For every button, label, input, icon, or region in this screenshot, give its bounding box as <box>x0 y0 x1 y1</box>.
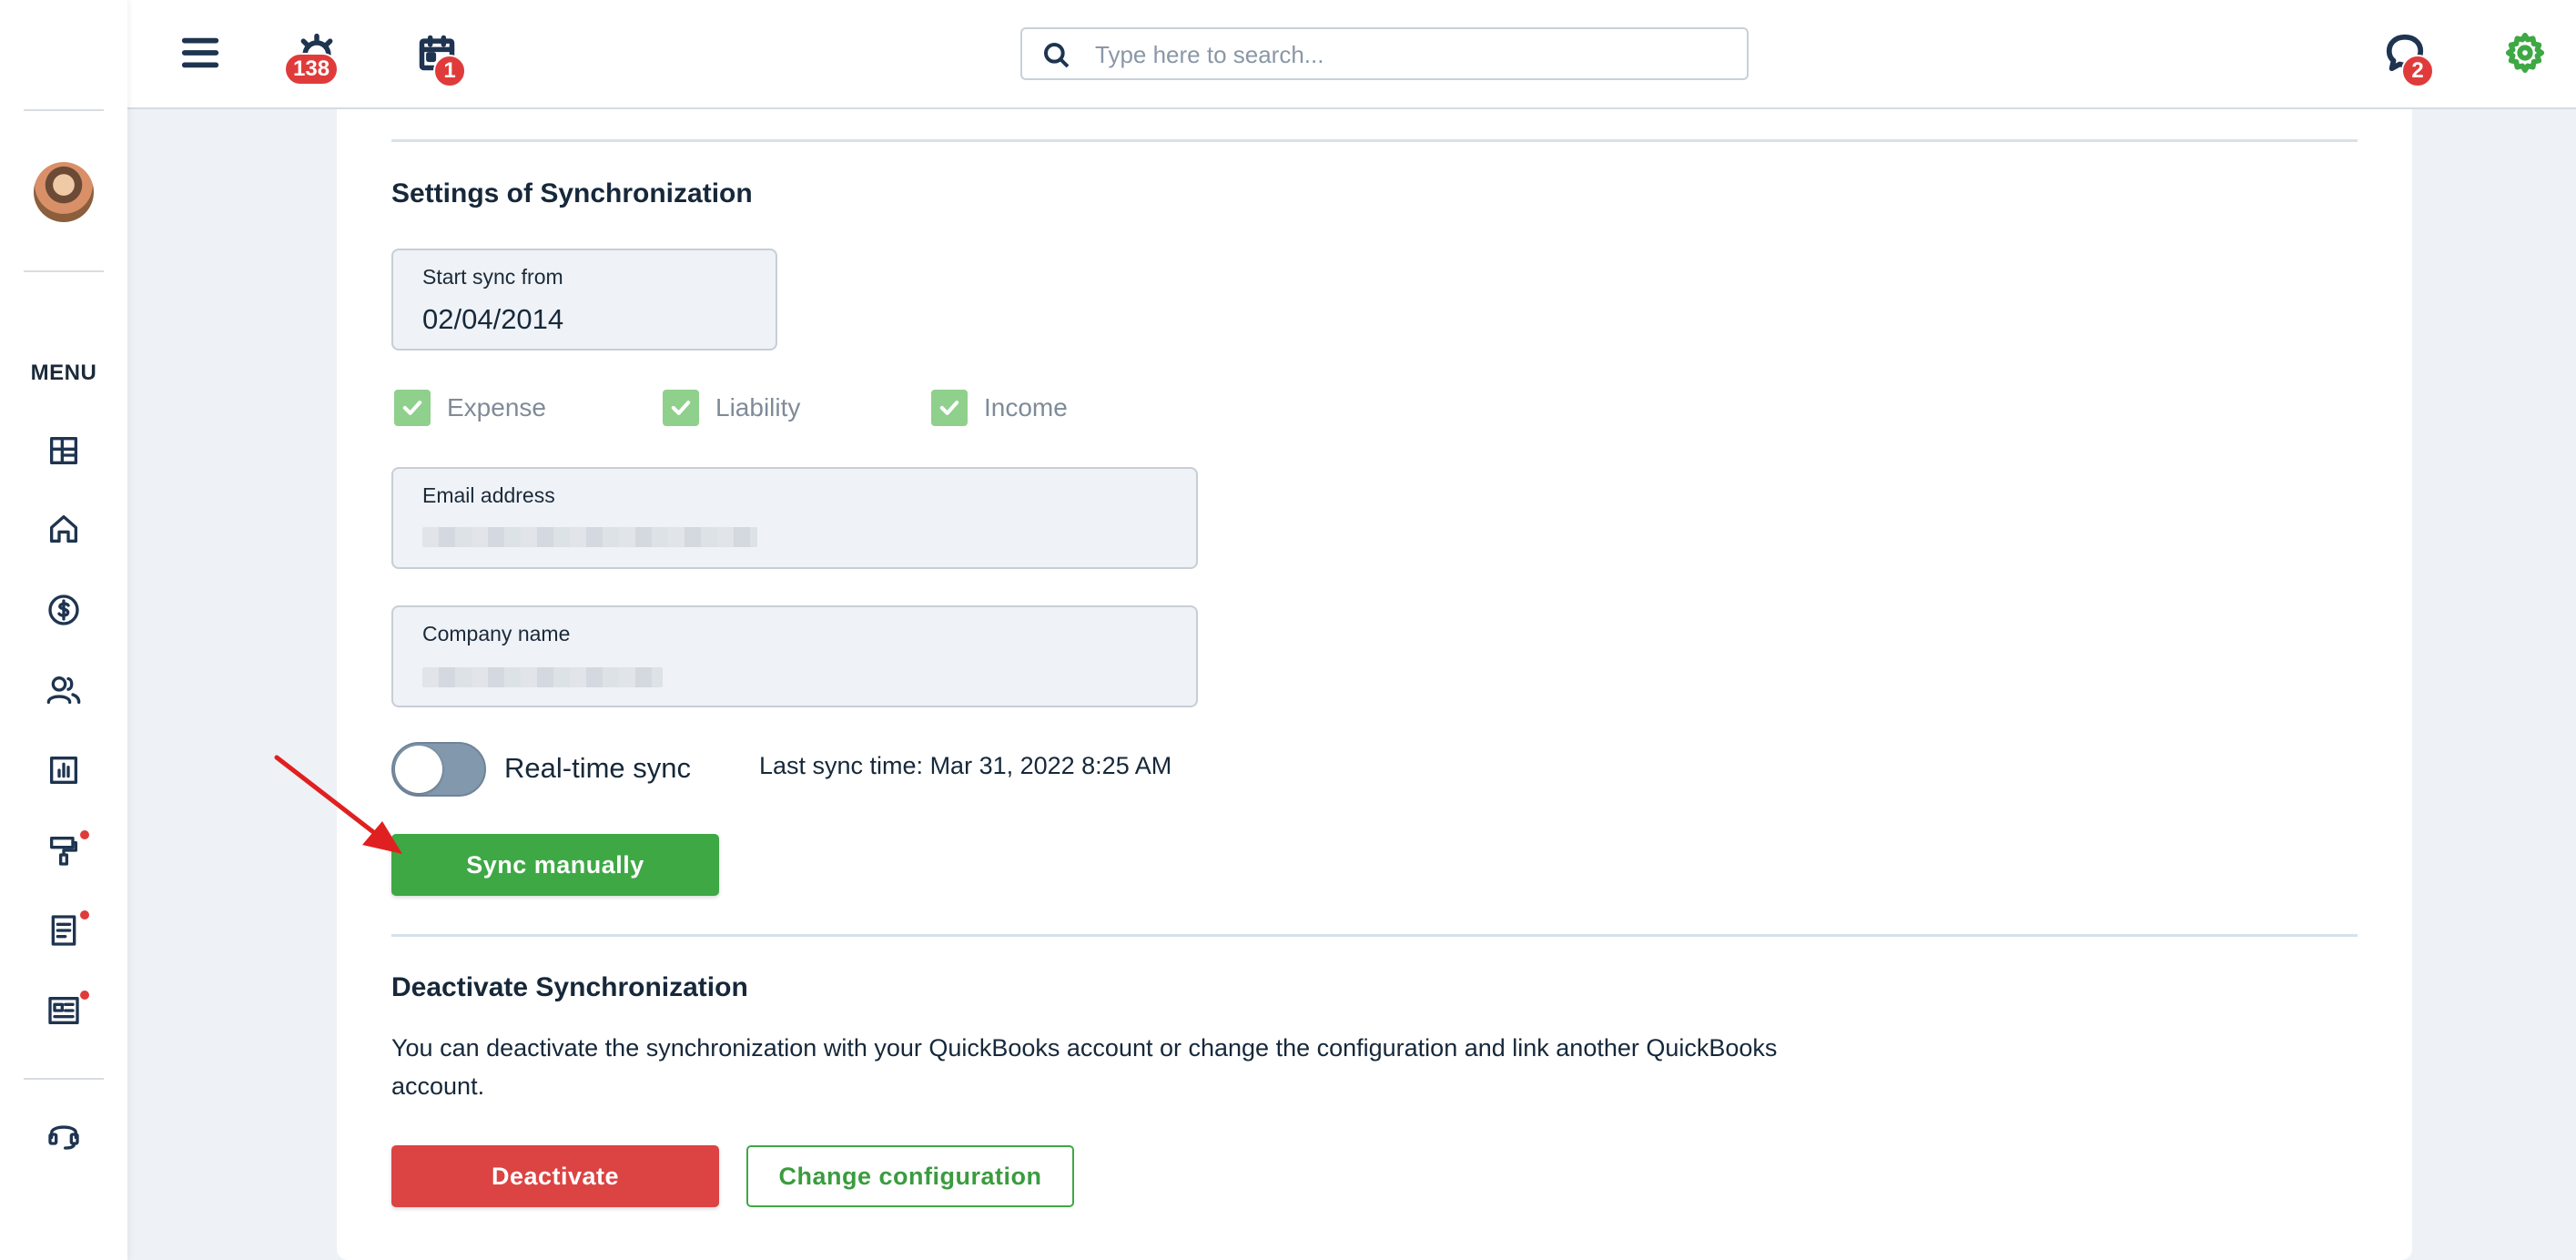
dollar-icon <box>48 594 79 625</box>
checkmark-icon <box>939 401 959 415</box>
start-sync-label: Start sync from <box>422 265 563 289</box>
document-icon <box>51 915 76 946</box>
chart-icon <box>50 757 77 784</box>
checkmark-icon <box>402 401 422 415</box>
liability-checkbox[interactable]: Liability <box>663 390 800 426</box>
settings-button[interactable] <box>2500 27 2551 78</box>
sidebar-divider <box>24 109 104 111</box>
section-divider <box>391 139 2358 142</box>
checkbox-checked[interactable] <box>394 390 431 426</box>
alarm-badge: 138 <box>284 53 340 86</box>
chat-badge: 2 <box>2401 55 2434 87</box>
deactivate-description: You can deactivate the synchronization w… <box>391 1034 1778 1100</box>
users-icon <box>46 676 81 704</box>
top-bar: 138 1 2 <box>127 0 2576 109</box>
sidebar-item-support[interactable] <box>42 1113 86 1156</box>
annotation-arrow-icon <box>274 755 402 854</box>
hamburger-menu-button[interactable] <box>175 27 226 78</box>
sidebar-item-maintenance[interactable] <box>42 828 89 872</box>
search-icon <box>1044 43 1070 68</box>
income-checkbox[interactable]: Income <box>931 390 1068 426</box>
sidebar-item-users[interactable] <box>42 668 86 712</box>
sidebar-divider <box>24 1078 104 1080</box>
realtime-sync-label: Real-time sync <box>504 752 691 784</box>
change-configuration-button[interactable]: Change configuration <box>746 1145 1074 1207</box>
sync-settings-title: Settings of Synchronization <box>391 178 753 208</box>
dashboard-icon <box>50 437 78 464</box>
start-sync-value[interactable]: 02/04/2014 <box>422 303 563 336</box>
liability-label: Liability <box>715 393 801 422</box>
notification-dot <box>80 991 89 1000</box>
notification-dot <box>80 910 89 920</box>
calendar-badge: 1 <box>433 55 466 87</box>
home-icon <box>50 515 78 543</box>
section-divider <box>391 934 2358 937</box>
menu-label: MENU <box>30 361 97 385</box>
calendar-button[interactable]: 1 <box>411 27 466 87</box>
checkbox-checked[interactable] <box>931 390 968 426</box>
sidebar-item-documents[interactable] <box>42 909 89 952</box>
deactivate-title: Deactivate Synchronization <box>391 972 748 1002</box>
email-value-redacted <box>422 527 757 547</box>
company-name-field[interactable]: Company name <box>391 605 1198 707</box>
newspaper-icon <box>48 997 79 1024</box>
avatar[interactable] <box>34 162 94 222</box>
sidebar-item-reports[interactable] <box>42 748 86 792</box>
deactivate-button[interactable]: Deactivate <box>391 1145 719 1207</box>
email-label: Email address <box>422 483 555 507</box>
company-name-label: Company name <box>422 622 571 645</box>
alarm-button[interactable]: 138 <box>284 27 342 86</box>
sidebar-item-home[interactable] <box>42 507 86 551</box>
sync-manually-button[interactable]: Sync manually <box>391 834 719 896</box>
search-input[interactable] <box>1095 36 1732 73</box>
company-name-value-redacted <box>422 667 663 687</box>
expense-checkbox[interactable]: Expense <box>394 390 546 426</box>
gear-icon <box>2505 32 2545 74</box>
sidebar-divider <box>24 270 104 272</box>
paint-roller-icon <box>50 837 78 866</box>
headset-icon <box>48 1125 79 1150</box>
expense-label: Expense <box>447 393 546 422</box>
hamburger-icon <box>181 37 219 68</box>
income-label: Income <box>984 393 1068 422</box>
sidebar-item-news[interactable] <box>42 989 89 1032</box>
checkmark-icon <box>671 401 691 415</box>
sidebar: MENU <box>0 0 127 1260</box>
sync-settings-card: Settings of Synchronization Start sync f… <box>337 109 2412 1260</box>
email-field[interactable]: Email address <box>391 467 1198 569</box>
checkbox-checked[interactable] <box>663 390 699 426</box>
sidebar-item-finance[interactable] <box>42 588 86 632</box>
chat-button[interactable]: 2 <box>2379 27 2434 87</box>
search-box[interactable] <box>1020 27 1749 80</box>
sidebar-item-dashboard[interactable] <box>42 429 86 472</box>
notification-dot <box>80 830 89 839</box>
start-sync-field[interactable]: Start sync from 02/04/2014 <box>391 249 777 351</box>
last-sync-time: Last sync time: Mar 31, 2022 8:25 AM <box>759 752 1172 779</box>
